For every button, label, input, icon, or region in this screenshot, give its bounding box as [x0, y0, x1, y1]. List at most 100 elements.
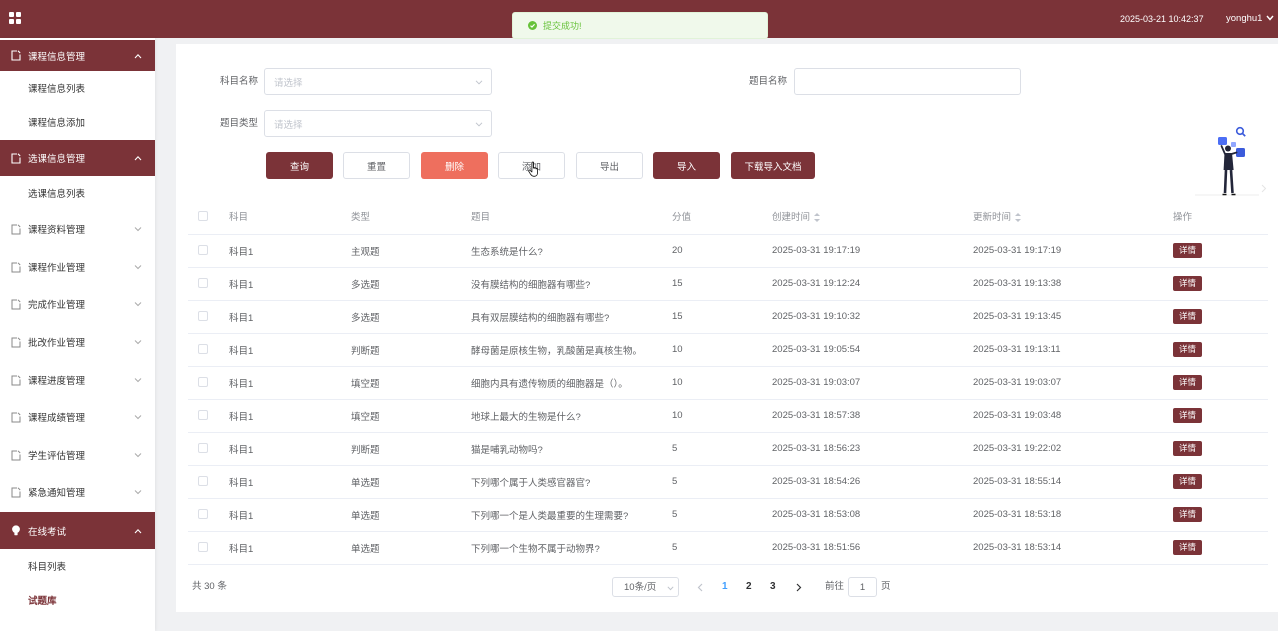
chevron-down-icon [667, 586, 674, 591]
cell-subject: 科目1 [229, 267, 351, 301]
detail-button[interactable]: 详情 [1173, 441, 1203, 456]
detail-button[interactable]: 详情 [1173, 540, 1203, 555]
cell-created: 2025-03-31 18:57:38 [772, 399, 973, 433]
chevron-up-icon [134, 53, 142, 58]
detail-button[interactable]: 详情 [1173, 408, 1203, 423]
download-template-button[interactable]: 下载导入文档 [731, 152, 815, 179]
import-button[interactable]: 导入 [653, 152, 720, 179]
sidebar-group-student-evaluation[interactable]: 学生评估管理 [0, 437, 155, 473]
prev-page-icon[interactable] [697, 583, 703, 592]
chevron-right-icon[interactable] [1261, 184, 1267, 193]
sidebar-item-question-bank[interactable]: 试题库 [0, 583, 155, 617]
sidebar-group-course-info[interactable]: 课程信息管理 [0, 40, 155, 71]
username[interactable]: yonghu1 [1226, 13, 1262, 25]
sidebar-group-course-materials[interactable]: 课程资料管理 [0, 211, 155, 247]
row-checkbox[interactable] [198, 344, 208, 355]
cell-created: 2025-03-31 18:53:08 [772, 498, 973, 532]
title-input[interactable] [804, 69, 1020, 94]
page-size-select[interactable]: 10条/页 [612, 577, 679, 597]
chevron-down-icon [134, 227, 142, 232]
sort-icon[interactable] [814, 213, 821, 223]
sidebar-item-course-list[interactable]: 课程信息列表 [0, 71, 155, 105]
sidebar-item-enrollment-list[interactable]: 选课信息列表 [0, 176, 155, 210]
detail-button[interactable]: 详情 [1173, 276, 1203, 291]
row-checkbox[interactable] [198, 542, 208, 553]
table-row: 科目1 单选题 下列哪一个是人类最重要的生理需要? 5 2025-03-31 1… [188, 498, 1268, 532]
sidebar-group-course-grades[interactable]: 课程成绩管理 [0, 399, 155, 435]
table-header-row: 科目 类型 题目 分值 创建时间 更新时间 操作 [188, 199, 1268, 235]
grid-icon[interactable] [9, 12, 21, 24]
column-header-created[interactable]: 创建时间 [772, 199, 973, 235]
reset-button[interactable]: 重置 [343, 152, 410, 179]
cell-question: 生态系统是什么? [471, 234, 672, 268]
sidebar-item-course-add[interactable]: 课程信息添加 [0, 105, 155, 139]
column-header-updated[interactable]: 更新时间 [973, 199, 1173, 235]
cell-created: 2025-03-31 19:12:24 [772, 267, 973, 301]
subject-select[interactable]: 请选择 [264, 68, 492, 95]
page-number-3[interactable]: 3 [770, 577, 776, 597]
cell-score: 15 [672, 300, 772, 334]
header-datetime: 2025-03-21 10:42:37 [1120, 14, 1204, 24]
delete-button[interactable]: 删除 [421, 152, 488, 179]
column-header-type: 类型 [351, 199, 471, 235]
detail-button[interactable]: 详情 [1173, 309, 1203, 324]
row-checkbox[interactable] [198, 410, 208, 421]
cell-question: 下列哪个属于人类感官器官? [471, 465, 672, 499]
detail-button[interactable]: 详情 [1173, 474, 1203, 489]
table-row: 科目1 判断题 猫是哺乳动物吗? 5 2025-03-31 18:56:23 2… [188, 432, 1268, 466]
search-illustration [1195, 126, 1259, 196]
cell-updated: 2025-03-31 19:13:45 [973, 300, 1173, 334]
column-header-question: 题目 [471, 199, 672, 235]
cell-type: 判断题 [351, 333, 471, 367]
page-number-2[interactable]: 2 [746, 577, 752, 597]
detail-button[interactable]: 详情 [1173, 507, 1203, 522]
cell-updated: 2025-03-31 19:13:38 [973, 267, 1173, 301]
cell-created: 2025-03-31 18:54:26 [772, 465, 973, 499]
cell-question: 没有膜结构的细胞器有哪些? [471, 267, 672, 301]
sidebar-group-completed-homework[interactable]: 完成作业管理 [0, 286, 155, 322]
type-label: 题目类型 [219, 118, 258, 129]
next-page-icon[interactable] [796, 583, 802, 592]
row-checkbox[interactable] [198, 311, 208, 322]
detail-button[interactable]: 详情 [1173, 342, 1203, 357]
cell-score: 5 [672, 465, 772, 499]
export-button[interactable]: 导出 [576, 152, 643, 179]
row-checkbox[interactable] [198, 509, 208, 520]
row-checkbox[interactable] [198, 245, 208, 256]
sidebar-group-course-progress[interactable]: 课程进度管理 [0, 362, 155, 398]
chevron-down-icon [134, 415, 142, 420]
document-icon [11, 50, 21, 61]
document-icon [11, 336, 21, 348]
row-checkbox[interactable] [198, 476, 208, 487]
detail-button[interactable]: 详情 [1173, 243, 1203, 258]
sidebar-group-enrollment[interactable]: 选课信息管理 [0, 140, 155, 176]
type-select[interactable]: 请选择 [264, 110, 492, 137]
cell-type: 填空题 [351, 399, 471, 433]
sidebar-group-urgent-notice[interactable]: 紧急通知管理 [0, 474, 155, 510]
sidebar-item-subject-list[interactable]: 科目列表 [0, 549, 155, 583]
chevron-down-icon[interactable] [1266, 15, 1274, 21]
cell-created: 2025-03-31 19:05:54 [772, 333, 973, 367]
column-header-label: 创建时间 [772, 212, 811, 224]
document-icon [11, 223, 21, 235]
sort-icon[interactable] [1015, 213, 1022, 223]
page-number-1[interactable]: 1 [722, 577, 728, 597]
detail-button[interactable]: 详情 [1173, 375, 1203, 390]
goto-page-input[interactable] [849, 579, 876, 597]
cell-score: 5 [672, 432, 772, 466]
column-header-subject: 科目 [229, 199, 351, 235]
success-toast: 提交成功! [512, 12, 768, 39]
select-all-checkbox[interactable] [198, 211, 208, 222]
row-checkbox[interactable] [198, 278, 208, 289]
row-checkbox[interactable] [198, 377, 208, 388]
query-button[interactable]: 查询 [266, 152, 333, 179]
cell-type: 单选题 [351, 465, 471, 499]
sidebar-group-course-homework[interactable]: 课程作业管理 [0, 249, 155, 285]
row-checkbox[interactable] [198, 443, 208, 454]
subject-label: 科目名称 [219, 76, 258, 87]
sidebar-group-grading[interactable]: 批改作业管理 [0, 324, 155, 360]
chevron-down-icon [134, 340, 142, 345]
document-icon [11, 374, 21, 386]
sidebar: 课程信息管理 课程信息列表 课程信息添加 选课信息管理 选课信息列表 课程资料管… [0, 38, 155, 631]
sidebar-group-online-exam[interactable]: 在线考试 [0, 512, 155, 549]
